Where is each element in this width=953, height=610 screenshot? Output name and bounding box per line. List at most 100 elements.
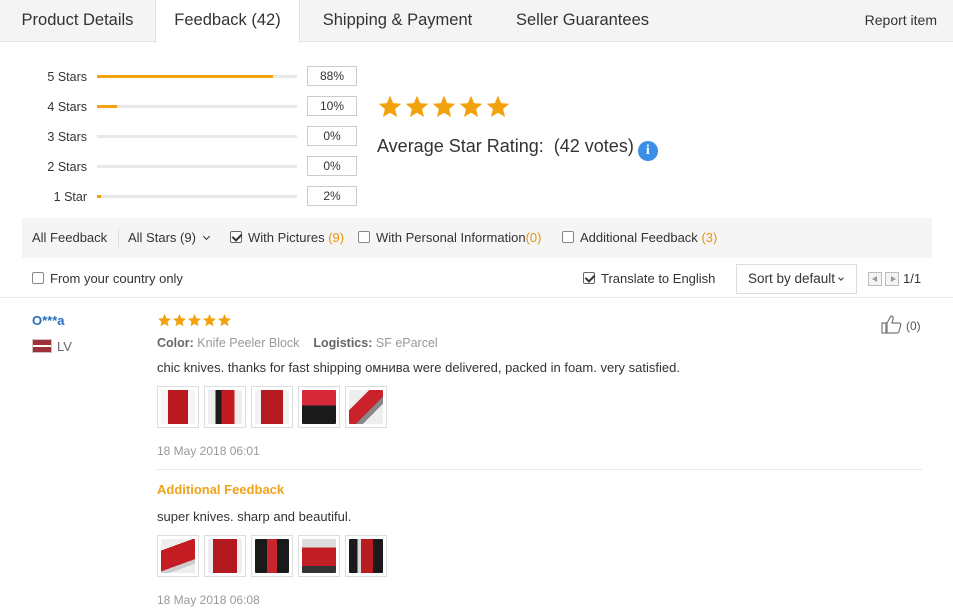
photo-image <box>349 539 383 573</box>
divider <box>0 297 953 298</box>
review-date: 18 May 2018 06:01 <box>157 444 260 458</box>
all-stars-label: All Stars (9) <box>128 230 196 245</box>
rating-percent: 10% <box>307 96 357 116</box>
rating-row-label: 4 Stars <box>47 100 87 114</box>
photo-image <box>161 539 195 573</box>
rating-bar-fill <box>97 75 273 78</box>
star-icon <box>486 95 510 117</box>
review-photo[interactable] <box>157 535 199 577</box>
star-icon <box>218 313 231 327</box>
with-personal-info-label: With Personal Information <box>376 230 526 245</box>
review-photo[interactable] <box>251 535 293 577</box>
rating-row-3: 3 Stars 0% <box>0 126 360 148</box>
additional-feedback-count: (3) <box>701 230 718 245</box>
star-icon <box>203 313 216 327</box>
report-item-link[interactable]: Report item <box>865 0 937 40</box>
rating-row-1: 1 Star 2% <box>0 186 360 208</box>
review-photo[interactable] <box>298 386 340 428</box>
rating-bar-track <box>97 135 297 138</box>
additional-feedback-title: Additional Feedback <box>157 482 285 497</box>
rating-percent: 0% <box>307 126 357 146</box>
review-photo[interactable] <box>204 535 246 577</box>
page-indicator: 1/1 <box>903 271 922 286</box>
country-only-option[interactable]: From your country only <box>32 264 183 294</box>
all-stars-dropdown[interactable]: All Stars (9) <box>128 218 210 258</box>
rating-percent: 0% <box>307 156 357 176</box>
tab-product-details[interactable]: Product Details <box>0 0 155 42</box>
photo-image <box>302 390 336 424</box>
rating-percent: 2% <box>307 186 357 206</box>
feedback-filter-bar: All Feedback All Stars (9) With Pictures… <box>22 218 932 258</box>
review-photo[interactable] <box>157 386 199 428</box>
star-icon <box>173 313 186 327</box>
sort-label: Sort by default <box>748 271 836 286</box>
divider <box>157 469 922 470</box>
review-photo[interactable] <box>345 386 387 428</box>
review-photo[interactable] <box>298 535 340 577</box>
with-pictures-filter[interactable]: With Pictures (9) <box>230 218 344 258</box>
helpful-button[interactable]: (0) <box>880 314 921 335</box>
photo-image <box>255 390 289 424</box>
average-rating-text: Average Star Rating: (42 votes) i <box>377 134 658 161</box>
photo-image <box>161 390 195 424</box>
additional-feedback-date: 18 May 2018 06:08 <box>157 593 260 607</box>
info-icon[interactable]: i <box>637 141 658 161</box>
country-only-checkbox[interactable] <box>32 272 44 284</box>
reviewer-country: LV <box>32 338 72 356</box>
color-value: Knife Peeler Block <box>197 336 300 350</box>
reviewer-name[interactable]: O***a <box>32 312 65 330</box>
tab-feedback[interactable]: Feedback (42) <box>155 0 300 43</box>
star-icon <box>459 95 483 117</box>
review-photo[interactable] <box>345 535 387 577</box>
photo-image <box>349 390 383 424</box>
review-photo[interactable] <box>251 386 293 428</box>
translate-checkbox[interactable] <box>583 272 595 284</box>
rating-row-2: 2 Stars 0% <box>0 156 360 178</box>
sort-dropdown[interactable]: Sort by default <box>736 264 857 294</box>
rating-row-label: 1 Star <box>53 190 87 204</box>
tab-seller-guarantees[interactable]: Seller Guarantees <box>495 0 670 42</box>
with-personal-info-filter[interactable]: With Personal Information(0) <box>358 218 541 258</box>
logistics-value: SF eParcel <box>375 336 438 350</box>
review-photo[interactable] <box>204 386 246 428</box>
rating-bar-track <box>97 105 297 108</box>
rating-bar-fill <box>97 105 117 108</box>
with-pictures-label: With Pictures <box>248 230 325 245</box>
translate-label: Translate to English <box>601 271 716 286</box>
star-icon <box>378 95 402 117</box>
prev-page-button[interactable] <box>868 272 882 286</box>
feedback-options-row: From your country only Translate to Engl… <box>22 264 932 296</box>
with-personal-info-count: (0) <box>525 230 542 245</box>
country-code: LV <box>57 339 72 354</box>
rating-bar-track <box>97 165 297 168</box>
with-personal-info-checkbox[interactable] <box>358 231 370 243</box>
all-feedback-filter[interactable]: All Feedback <box>32 218 107 258</box>
photo-image <box>208 539 242 573</box>
rating-row-label: 5 Stars <box>47 70 87 84</box>
review-text: chic knives. thanks for fast shipping ом… <box>157 360 680 375</box>
rating-bar-fill <box>97 195 101 198</box>
star-icon <box>188 313 201 327</box>
logistics-label: Logistics: <box>313 336 373 350</box>
additional-feedback-filter[interactable]: Additional Feedback (3) <box>562 218 717 258</box>
additional-feedback-checkbox[interactable] <box>562 231 574 243</box>
photo-image <box>208 390 242 424</box>
tab-shipping-payment[interactable]: Shipping & Payment <box>300 0 495 42</box>
photo-image <box>255 539 289 573</box>
translate-option[interactable]: Translate to English <box>583 264 715 294</box>
next-page-button[interactable] <box>885 272 899 286</box>
rating-bar-track <box>97 195 297 198</box>
with-pictures-checkbox[interactable] <box>230 231 242 243</box>
divider <box>118 229 119 247</box>
photo-image <box>302 539 336 573</box>
rating-bar-track <box>97 75 297 78</box>
chevron-down-icon <box>838 275 844 281</box>
color-label: Color: <box>157 336 194 350</box>
average-rating-label: Average Star Rating: <box>377 136 544 156</box>
rating-row-5: 5 Stars 88% <box>0 66 360 88</box>
rating-row-label: 2 Stars <box>47 160 87 174</box>
star-icon <box>405 95 429 117</box>
chevron-down-icon <box>202 232 210 241</box>
rating-row-4: 4 Stars 10% <box>0 96 360 118</box>
helpful-count: (0) <box>906 319 921 333</box>
